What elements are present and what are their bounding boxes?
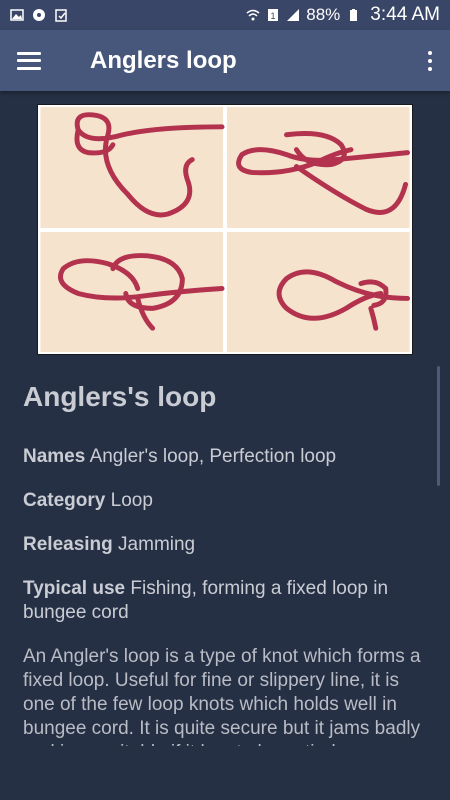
article-scroll-view[interactable]: Anglers's loop Names Angler's loop, Perf… [0, 91, 450, 746]
field-label: Typical use [23, 578, 126, 599]
field-value: Jamming [118, 534, 196, 555]
page-title: Anglers loop [90, 46, 237, 74]
svg-text:1: 1 [271, 11, 276, 21]
field-label: Names [23, 446, 86, 467]
field-label: Releasing [23, 534, 113, 555]
hamburger-menu-icon[interactable] [0, 30, 58, 91]
battery-percent: 88% [306, 5, 341, 24]
clipboard-icon [55, 9, 67, 22]
field-category: Category Loop [23, 489, 433, 513]
knot-steps-svg [38, 105, 412, 354]
sim-icon: 1 [268, 9, 279, 21]
clock: 3:44 AM [370, 4, 440, 25]
field-names: Names Angler's loop, Perfection loop [23, 445, 433, 469]
field-label: Category [23, 490, 106, 511]
wifi-icon [246, 9, 260, 21]
knot-details: Anglers's loop Names Angler's loop, Perf… [23, 381, 433, 746]
bottom-area [0, 746, 450, 800]
field-typical-use: Typical use Fishing, forming a fixed loo… [23, 577, 433, 625]
scrollbar[interactable] [437, 366, 440, 486]
knot-heading: Anglers's loop [23, 381, 217, 412]
knot-description: An Angler's loop is a type of knot which… [23, 646, 421, 746]
image-icon [10, 9, 24, 21]
field-value: Angler's loop, Perfection loop [89, 446, 337, 467]
status-bar: 1 88% 3:44 AM [0, 0, 450, 30]
cloud-icon [33, 9, 45, 21]
field-value: Loop [110, 490, 153, 511]
knot-illustration [37, 104, 413, 355]
app-bar: Anglers loop [0, 30, 450, 91]
signal-icon [287, 9, 300, 21]
battery-icon [350, 9, 358, 21]
field-releasing: Releasing Jamming [23, 533, 433, 557]
more-vert-icon[interactable] [410, 30, 450, 91]
